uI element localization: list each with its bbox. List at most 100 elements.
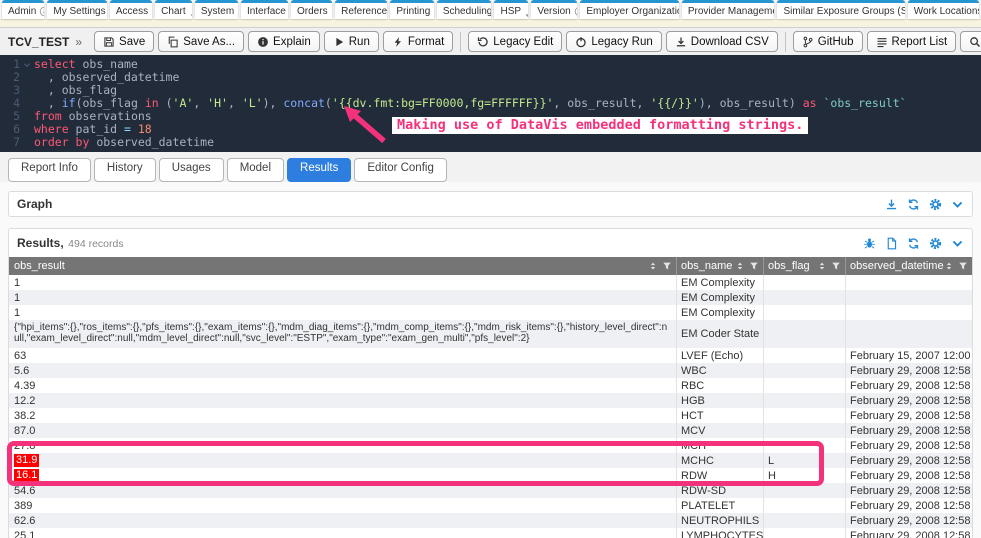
caret-down-icon (524, 11, 528, 18)
sort-obs-result-icon[interactable] (648, 261, 658, 271)
download-csv-button[interactable]: Download CSV (666, 31, 778, 52)
app-window: Admin My SettingsAccess Chart System Interfa… (0, 0, 981, 538)
code-token: , obs_flag (34, 83, 117, 97)
browser-tab-similar-exposure-groups-segs[interactable]: Similar Exposure Groups (SEGs) (777, 0, 904, 19)
gear-icon[interactable] (929, 237, 942, 250)
code-token: , observed_datetime (34, 70, 179, 84)
report-name-expander[interactable]: » (75, 35, 82, 49)
sort-observed-datetime-icon[interactable] (944, 261, 954, 271)
line-gutter-gap (20, 136, 34, 149)
browser-tab-label: System (201, 6, 234, 17)
cell-observed-datetime: February 29, 2008 12:58 PM (846, 528, 972, 538)
tab-model[interactable]: Model (227, 158, 284, 182)
browser-tab-provider-management[interactable]: Provider Management (682, 0, 775, 19)
chevron-down-icon[interactable] (951, 198, 964, 211)
code-token: from (34, 109, 62, 123)
format-button[interactable]: Format (383, 31, 453, 52)
column-header-icons (648, 261, 672, 271)
filter-observed-datetime-icon[interactable] (958, 261, 968, 271)
code-token: ), obs_result) (699, 96, 803, 110)
chevron-down-icon[interactable] (20, 58, 34, 71)
browser-tab-admin[interactable]: Admin (2, 0, 44, 19)
cell-obs-flag (764, 483, 846, 498)
cell-obs-result: 5.6 (9, 363, 677, 378)
cell-observed-datetime: February 29, 2008 12:58 PM (846, 438, 972, 453)
column-header-icons (944, 261, 968, 271)
browser-tab-label: Employer Organizations (586, 6, 679, 17)
browser-tab-printing[interactable]: Printing (390, 0, 433, 19)
caret-down-icon (433, 11, 434, 18)
column-header-observed-datetime: observed_datetime (846, 257, 972, 275)
tab-editor-config[interactable]: Editor Config (354, 158, 446, 182)
browser-tab-interface[interactable]: Interface (241, 0, 288, 19)
sort-obs-flag-icon[interactable] (817, 261, 827, 271)
legacy-run-button[interactable]: Legacy Run (566, 31, 661, 52)
cell-obs-name: EM Coder State (677, 320, 764, 348)
chevron-down-icon[interactable] (951, 237, 964, 250)
refresh-icon[interactable] (907, 237, 920, 250)
caret-down-icon (151, 11, 152, 18)
cell-obs-result: 87.0 (9, 423, 677, 438)
browser-tab-chart[interactable]: Chart (155, 0, 192, 19)
save-as-button-label: Save As... (183, 36, 235, 48)
cell-obs-name: HCT (677, 408, 764, 423)
code-token: , (34, 96, 62, 110)
formatted-result-badge: 31.9 (14, 454, 39, 467)
file-icon[interactable] (885, 237, 898, 250)
browser-tab-hsp[interactable]: HSP (494, 0, 528, 19)
cell-obs-name: LYMPHOCYTES (677, 528, 764, 538)
caret-down-icon (237, 11, 238, 18)
browser-tab-work-locations[interactable]: Work Locations (908, 0, 979, 19)
github-button[interactable]: GitHub (793, 31, 863, 52)
sort-obs-name-icon[interactable] (735, 261, 745, 271)
browser-tab-system[interactable]: System (195, 0, 238, 19)
report-list-button[interactable]: Report List (867, 31, 957, 52)
browser-tab-orders[interactable]: Orders (291, 0, 332, 19)
column-header-label: obs_flag (768, 260, 810, 272)
column-header-label: observed_datetime (850, 260, 944, 272)
bug-icon[interactable] (863, 237, 876, 250)
browser-tab-label: Chart (161, 6, 185, 17)
cell-obs-name: EM Complexity (677, 275, 764, 290)
browser-tab-label: Admin (8, 6, 36, 17)
browser-tab-label: Reference (341, 6, 387, 17)
save-as-button[interactable]: Save As... (158, 31, 244, 52)
sql-editor[interactable]: 1select obs_name2 , observed_datetime3 ,… (0, 55, 981, 152)
browser-tab-employer-organizations[interactable]: Employer Organizations (580, 0, 679, 19)
browser-tab-my-settings[interactable]: My Settings (47, 0, 107, 19)
filter-obs-name-icon[interactable] (749, 261, 759, 271)
legacy-run-button-label: Legacy Run (591, 36, 652, 48)
column-header-obs-name: obs_name (677, 257, 764, 275)
cell-observed-datetime: February 15, 2007 12:00 AM (846, 348, 972, 363)
record-count: 494 records (68, 238, 123, 250)
refresh-icon[interactable] (907, 198, 920, 211)
power-icon (575, 36, 587, 48)
tab-usages[interactable]: Usages (159, 158, 224, 182)
browser-tab-scheduling[interactable]: Scheduling (437, 0, 492, 19)
tab-history[interactable]: History (94, 158, 156, 182)
cell-obs-flag (764, 305, 846, 320)
legacy-edit-button[interactable]: Legacy Edit (468, 31, 562, 52)
gear-icon[interactable] (929, 198, 942, 211)
explain-button[interactable]: Explain (248, 31, 320, 52)
graph-panel: Graph (8, 191, 973, 217)
list-icon (876, 36, 888, 48)
tab-report-info[interactable]: Report Info (8, 158, 91, 182)
filter-obs-result-icon[interactable] (662, 261, 672, 271)
browser-tab-access[interactable]: Access (110, 0, 152, 19)
cell-obs-name: RBC (677, 378, 764, 393)
cell-obs-name: MCV (677, 423, 764, 438)
download-icon[interactable] (885, 198, 898, 211)
browser-tab-version[interactable]: Version (531, 0, 577, 19)
save-icon (103, 36, 115, 48)
browser-tab-reference[interactable]: Reference (335, 0, 387, 19)
legacy-edit-button-label: Legacy Edit (493, 36, 553, 48)
browser-tab-label: Provider Management (688, 6, 775, 17)
filter-obs-flag-icon[interactable] (831, 261, 841, 271)
model-button[interactable]: Model (960, 31, 981, 52)
cell-obs-flag: L (764, 453, 846, 468)
code-token: = (124, 122, 131, 136)
tab-results[interactable]: Results (287, 158, 351, 182)
save-button[interactable]: Save (94, 31, 154, 52)
run-button[interactable]: Run (324, 31, 379, 52)
